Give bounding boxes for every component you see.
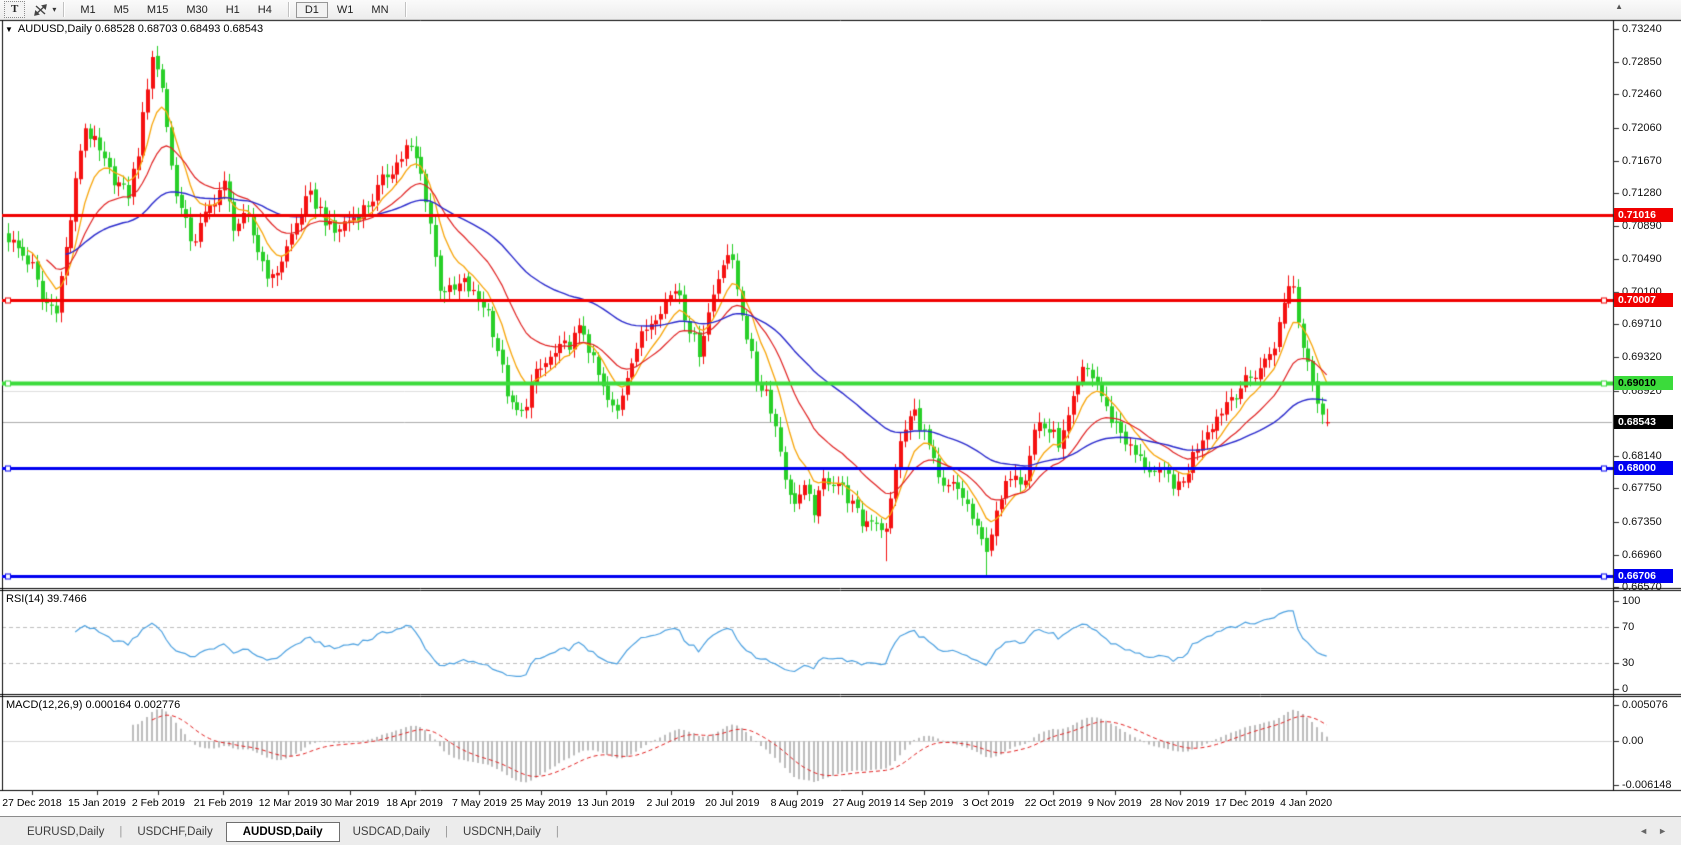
price-axis-tick: 0.67750 [1622,482,1662,495]
crosshair-icon [33,3,49,17]
price-axis-tick: 0.71280 [1622,187,1662,200]
timeframe-button-m15[interactable]: M15 [138,2,177,18]
macd-axis-tick: 0.00 [1622,735,1644,747]
price-axis-tick: 0.71670 [1622,154,1662,167]
price-tag-0.70007[interactable]: 0.70007 [1614,292,1673,307]
rsi-axis-tick: 30 [1622,656,1635,669]
collapse-icon[interactable]: ▼ [5,25,13,34]
timeframe-button-d1[interactable]: D1 [295,1,328,18]
toolbar-separator [287,2,289,17]
chevron-down-icon: ▾ [52,5,57,14]
symbol-tabs: EURUSD,Daily | USDCHF,Daily AUDUSD,Daily USD… [14,821,561,842]
trading-app-window: T ▾ M1 M5 M15 M30 H1 H4 D1 W1 MN ▲ ▼ AUDUSD [0,0,1681,845]
tab-eurusd-daily[interactable]: EURUSD,Daily [14,823,117,841]
macd-axis-tick: 0.005076 [1622,698,1668,711]
tab-usdcnh-daily[interactable]: USDCNH,Daily [450,823,554,841]
tab-usdchf-daily[interactable]: USDCHF,Daily [124,823,225,841]
chart-title: ▼ AUDUSD,Daily 0.68528 0.68703 0.68493 0… [5,23,263,35]
price-axis-tick: 0.69320 [1622,351,1662,364]
toolbar-separator [63,2,65,17]
chart-canvas[interactable] [0,0,1681,845]
tab-separator: | [444,825,448,838]
rsi-axis-tick: 70 [1622,621,1635,634]
tab-scroll-left-icon[interactable]: ◄ [1639,826,1658,836]
price-axis-tick: 0.70490 [1622,253,1662,266]
price-axis-tick: 0.72060 [1622,121,1662,134]
timeframe-buttons: M1 M5 M15 M30 H1 H4 D1 W1 MN [71,1,397,18]
symbol-tab-bar: EURUSD,Daily | USDCHF,Daily AUDUSD,Daily USD… [0,816,1681,845]
tab-scroll-arrows: ◄► [1639,826,1677,836]
chart-title-text: AUDUSD,Daily 0.68528 0.68703 0.68493 0.6… [17,23,264,35]
timeframe-button-m1[interactable]: M1 [71,2,104,18]
toolbar-separator [404,2,406,17]
price-axis-tick: 0.72850 [1622,55,1662,68]
price-axis-tick: 0.69710 [1622,318,1662,331]
tab-audusd-daily[interactable]: AUDUSD,Daily [225,821,340,842]
cursor-tool-dropdown[interactable]: ▾ [33,3,56,17]
macd-indicator-label: MACD(12,26,9) 0.000164 0.002776 [6,699,181,711]
price-axis-tick: 0.66570 [1622,581,1662,594]
rsi-indicator-label: RSI(14) 39.7466 [6,593,87,605]
timeframe-button-m5[interactable]: M5 [105,2,138,18]
price-tag-0.68000[interactable]: 0.68000 [1614,460,1673,475]
price-tag-0.66706[interactable]: 0.66706 [1614,568,1673,583]
price-axis-tick: 0.67350 [1622,515,1662,528]
tab-scroll-right-icon[interactable]: ► [1658,826,1677,836]
macd-axis-tick: -0.006148 [1622,778,1672,791]
text-tool-button[interactable]: T [4,1,26,18]
timeframe-button-m30[interactable]: M30 [177,2,216,18]
current-price-tag[interactable]: 0.68543 [1614,415,1673,430]
price-axis-tick: 0.72460 [1622,88,1662,101]
timeframe-button-h1[interactable]: H1 [217,2,249,18]
timeframe-button-h4[interactable]: H4 [249,2,281,18]
toolbar-overflow-arrow[interactable]: ▲ [1615,2,1623,11]
price-axis-tick: 0.73240 [1622,23,1662,36]
price-axis-tick: 0.66960 [1622,548,1662,561]
tab-separator: | [119,825,123,838]
timeframe-button-w1[interactable]: W1 [328,2,363,18]
rsi-axis-tick: 100 [1622,595,1641,607]
tab-separator: | [555,825,559,838]
timeframe-button-mn[interactable]: MN [362,2,397,18]
price-tag-0.69010[interactable]: 0.69010 [1614,376,1673,391]
date-label: 4 Jan 2020 [1280,797,1333,809]
top-toolbar: T ▾ M1 M5 M15 M30 H1 H4 D1 W1 MN ▲ [0,0,1681,20]
rsi-axis-tick: 0 [1622,683,1629,695]
price-tag-0.71016[interactable]: 0.71016 [1614,208,1673,223]
tab-usdcad-daily[interactable]: USDCAD,Daily [340,823,443,841]
